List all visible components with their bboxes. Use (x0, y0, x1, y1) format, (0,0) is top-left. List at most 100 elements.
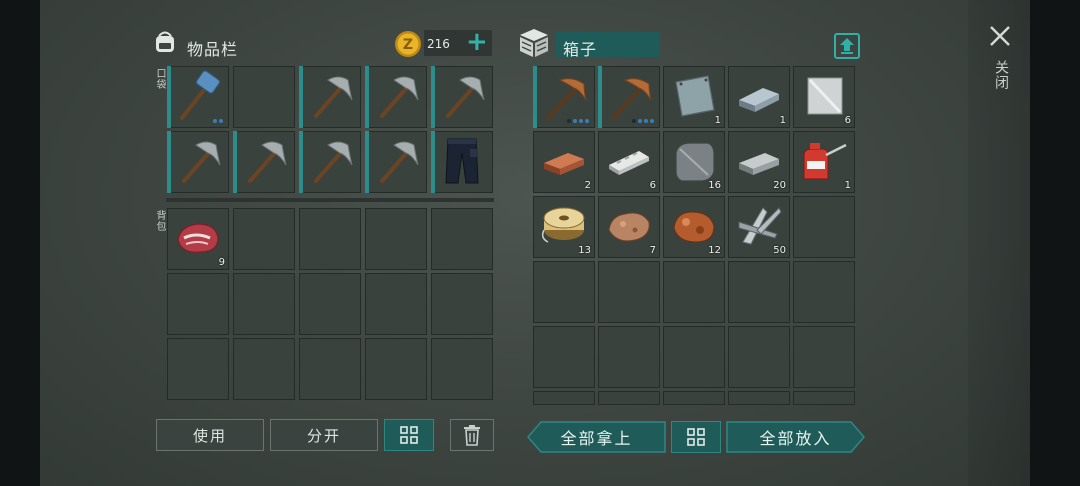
box-slot[interactable]: 1 (663, 66, 725, 128)
box-slot[interactable]: 6 (598, 131, 660, 193)
backpack-slot[interactable]: 9 (167, 208, 229, 270)
metal-plate-icon (675, 75, 715, 117)
box-slot[interactable] (598, 66, 660, 128)
item-count: 1 (844, 180, 851, 191)
trash-icon (464, 425, 480, 446)
box-slot[interactable] (793, 196, 855, 258)
backpack-slot[interactable] (233, 273, 295, 335)
pocket-slot[interactable] (365, 66, 427, 128)
backpack-slot[interactable] (365, 273, 427, 335)
backpack-slot[interactable] (167, 338, 229, 400)
raw-meat-icon (177, 223, 219, 253)
item-count: 50 (773, 245, 786, 256)
pocket-slot[interactable] (365, 131, 427, 193)
box-slot[interactable]: 50 (728, 196, 790, 258)
pocket-slot[interactable] (167, 131, 229, 193)
coin-count: 216 (427, 37, 450, 51)
split-button[interactable]: 分开 (270, 419, 378, 451)
box-title: 箱子 (563, 40, 598, 59)
pocket-slot[interactable] (233, 66, 295, 128)
box-slot[interactable] (663, 326, 725, 388)
item-count: 7 (649, 245, 656, 256)
trash-button[interactable] (450, 419, 494, 451)
box-slot[interactable] (533, 261, 595, 323)
backpack-slot[interactable] (167, 273, 229, 335)
pickaxe-icon (182, 141, 221, 183)
item-count: 1 (714, 115, 721, 126)
backpack-slot[interactable] (233, 338, 295, 400)
pocket-slot[interactable] (299, 131, 361, 193)
grid-icon (687, 428, 705, 446)
use-button[interactable]: 使用 (156, 419, 264, 451)
backpack-slot[interactable] (431, 208, 493, 270)
item-count: 6 (649, 180, 656, 191)
put-all-button[interactable]: 全部放入 (726, 421, 865, 453)
box-slot[interactable]: 1 (793, 131, 855, 193)
sort-button-left[interactable] (384, 419, 434, 451)
quality-dot (638, 119, 642, 123)
backpack-slot[interactable] (431, 273, 493, 335)
box-slot[interactable]: 13 (533, 196, 595, 258)
pocket-slot[interactable] (431, 131, 493, 193)
take-all-button[interactable]: 全部拿上 (527, 421, 666, 453)
box-slot[interactable] (533, 391, 595, 405)
sort-button-right[interactable] (671, 421, 721, 453)
crate-icon (520, 29, 548, 57)
box-slot[interactable] (793, 391, 855, 405)
backpack-slot[interactable] (299, 273, 361, 335)
quality-dot (579, 119, 583, 123)
quality-dot (650, 119, 654, 123)
box-slot[interactable] (533, 326, 595, 388)
box-slot[interactable]: 16 (663, 131, 725, 193)
box-slot[interactable]: 2 (533, 131, 595, 193)
box-slot[interactable]: 7 (598, 196, 660, 258)
box-slot[interactable] (793, 261, 855, 323)
durability-bar (365, 131, 369, 193)
box-slot[interactable] (663, 261, 725, 323)
close-icon[interactable] (988, 24, 1012, 48)
box-slot[interactable] (728, 391, 790, 405)
pocket-slot[interactable] (167, 66, 229, 128)
box-slot[interactable] (598, 261, 660, 323)
box-slot[interactable] (598, 391, 660, 405)
quality-dot (213, 119, 217, 123)
box-slot[interactable] (533, 66, 595, 128)
box-slot[interactable] (728, 261, 790, 323)
durability-bar (598, 66, 602, 128)
quality-dot (567, 119, 571, 123)
add-coins-button[interactable]: + (466, 28, 488, 56)
backpack-label: 背包 (154, 210, 165, 232)
backpack-slot[interactable] (299, 208, 361, 270)
box-slot[interactable] (663, 391, 725, 405)
svg-text:Z: Z (403, 37, 413, 53)
put-all-label: 全部放入 (759, 429, 832, 448)
backpack-slot[interactable] (365, 338, 427, 400)
box-slot[interactable]: 6 (793, 66, 855, 128)
box-slot[interactable] (793, 326, 855, 388)
backpack-slot[interactable] (299, 338, 361, 400)
box-slot[interactable] (598, 326, 660, 388)
pickaxe-icon (314, 76, 353, 118)
durability-bar (533, 66, 537, 128)
pocket-slot[interactable] (299, 66, 361, 128)
box-slot[interactable]: 12 (663, 196, 725, 258)
box-slot[interactable]: 20 (728, 131, 790, 193)
pants-icon (445, 138, 479, 184)
close-label[interactable]: 关闭 (991, 60, 1011, 90)
backpack-slot[interactable] (365, 208, 427, 270)
backpack-slot[interactable] (431, 338, 493, 400)
pickaxe-icon (446, 76, 485, 118)
item-count: 2 (584, 180, 591, 191)
durability-bar (365, 66, 369, 128)
item-count: 1 (779, 115, 786, 126)
pocket-slot[interactable] (233, 131, 295, 193)
upload-icon[interactable] (834, 33, 860, 59)
durability-bar (167, 66, 171, 128)
box-slot[interactable] (728, 326, 790, 388)
backpack-slot[interactable] (233, 208, 295, 270)
iron-ingot-icon (739, 88, 779, 112)
box-slot[interactable]: 1 (728, 66, 790, 128)
pocket-slot[interactable] (431, 66, 493, 128)
item-count: 12 (708, 245, 721, 256)
durability-bar (299, 66, 303, 128)
